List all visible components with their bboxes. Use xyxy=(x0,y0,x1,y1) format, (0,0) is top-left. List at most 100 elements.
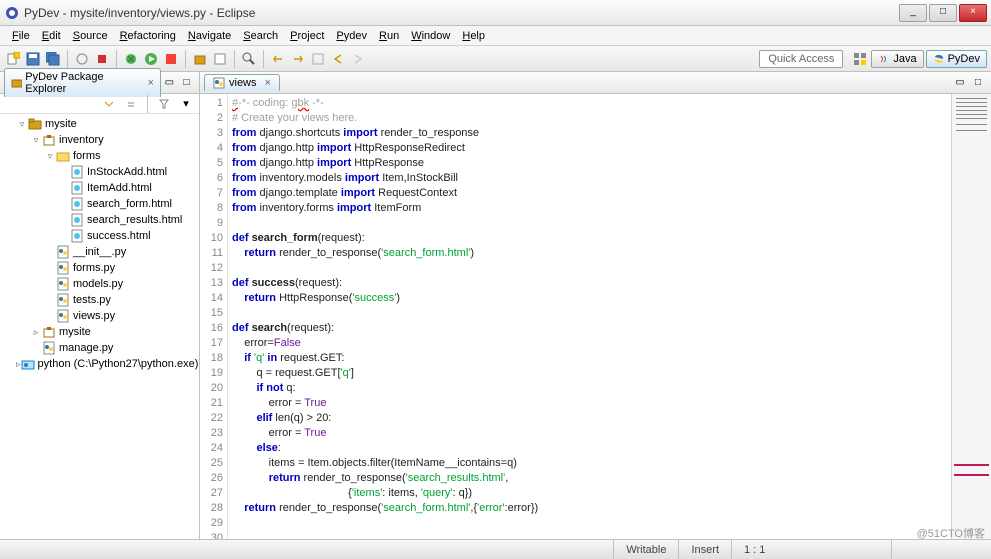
tree-label: forms xyxy=(73,150,101,162)
tree-item[interactable]: manage.py xyxy=(2,340,197,356)
run-icon[interactable] xyxy=(142,50,160,68)
menu-project[interactable]: Project xyxy=(284,28,330,44)
overview-ruler[interactable] xyxy=(951,94,991,539)
new-icon[interactable] xyxy=(4,50,22,68)
new-module-icon[interactable] xyxy=(211,50,229,68)
tree-item[interactable]: views.py xyxy=(2,308,197,324)
menu-search[interactable]: Search xyxy=(237,28,284,44)
menu-run[interactable]: Run xyxy=(373,28,405,44)
menu-window[interactable]: Window xyxy=(405,28,456,44)
save-all-icon[interactable] xyxy=(44,50,62,68)
menu-edit[interactable]: Edit xyxy=(36,28,67,44)
expander-icon[interactable] xyxy=(30,342,42,354)
minimize-editor-icon[interactable]: ▭ xyxy=(951,74,969,92)
html-icon xyxy=(70,181,84,195)
python-file-icon xyxy=(213,77,225,89)
menu-refactoring[interactable]: Refactoring xyxy=(114,28,182,44)
forward-icon[interactable] xyxy=(349,50,367,68)
tree-label: __init__.py xyxy=(73,246,126,258)
expander-icon[interactable]: ▿ xyxy=(16,118,28,130)
maximize-button[interactable]: □ xyxy=(929,4,957,22)
expander-icon[interactable] xyxy=(44,310,56,322)
tree-item[interactable]: __init__.py xyxy=(2,244,197,260)
package-explorer-tab[interactable]: PyDev Package Explorer × xyxy=(4,68,161,97)
py-icon xyxy=(56,261,70,275)
perspective-java[interactable]: Java xyxy=(871,50,923,68)
tree-item[interactable]: search_form.html xyxy=(2,196,197,212)
line-gutter[interactable]: 1234567891011121314151617181920212223242… xyxy=(200,94,228,539)
external-tools-icon[interactable] xyxy=(162,50,180,68)
expander-icon[interactable] xyxy=(58,182,70,194)
tree-item[interactable]: models.py xyxy=(2,276,197,292)
expander-icon[interactable]: ▿ xyxy=(44,150,56,162)
java-icon xyxy=(878,53,890,65)
expander-icon[interactable]: ▿ xyxy=(30,134,42,146)
tree-item[interactable]: ▹mysite xyxy=(2,324,197,340)
stop-icon[interactable] xyxy=(93,50,111,68)
tree-item[interactable]: InStockAdd.html xyxy=(2,164,197,180)
toolbar-separator xyxy=(147,95,148,113)
tree-item[interactable]: tests.py xyxy=(2,292,197,308)
new-package-icon[interactable] xyxy=(191,50,209,68)
expander-icon[interactable] xyxy=(58,198,70,210)
maximize-view-icon[interactable]: □ xyxy=(178,74,195,92)
tree-item[interactable]: ▿mysite xyxy=(2,116,197,132)
expander-icon[interactable]: ▹ xyxy=(30,326,42,338)
filter-icon[interactable] xyxy=(155,95,173,113)
tree-item[interactable]: ▿ forms xyxy=(2,148,197,164)
last-edit-icon[interactable] xyxy=(309,50,327,68)
tree-item[interactable]: success.html xyxy=(2,228,197,244)
expander-icon[interactable] xyxy=(58,166,70,178)
maximize-editor-icon[interactable]: □ xyxy=(969,74,987,92)
window-title: PyDev - mysite/inventory/views.py - Ecli… xyxy=(24,6,462,20)
view-menu-icon[interactable]: ▾ xyxy=(177,95,195,113)
project-tree[interactable]: ▿mysite▿inventory▿formsInStockAdd.htmlIt… xyxy=(0,114,199,539)
package-explorer-view: PyDev Package Explorer × ▭ □ ▾ ▿mysite▿i… xyxy=(0,72,200,539)
toolbar-separator xyxy=(263,50,264,68)
close-button[interactable]: × xyxy=(959,4,987,22)
quick-access-field[interactable]: Quick Access xyxy=(759,50,843,68)
html-icon xyxy=(70,165,84,179)
collapse-all-icon[interactable] xyxy=(100,95,118,113)
tree-item[interactable]: ▿inventory xyxy=(2,132,197,148)
search-icon[interactable] xyxy=(240,50,258,68)
minimize-view-icon[interactable]: ▭ xyxy=(161,74,178,92)
menu-help[interactable]: Help xyxy=(456,28,491,44)
unknown-1-icon[interactable] xyxy=(73,50,91,68)
menu-source[interactable]: Source xyxy=(67,28,114,44)
tree-label: InStockAdd.html xyxy=(87,166,167,178)
perspective-pydev[interactable]: PyDev xyxy=(926,50,987,68)
status-empty xyxy=(891,540,991,559)
menu-pydev[interactable]: Pydev xyxy=(330,28,373,44)
next-annotation-icon[interactable] xyxy=(289,50,307,68)
project-icon xyxy=(28,117,42,131)
tree-item[interactable]: ▹python (C:\Python27\python.exe) xyxy=(2,356,197,372)
expander-icon[interactable] xyxy=(44,294,56,306)
pkg-icon xyxy=(42,133,56,147)
code-editor[interactable]: #-*- coding: gbk -*-# Create your views … xyxy=(228,94,951,539)
tree-item[interactable]: forms.py xyxy=(2,260,197,276)
perspective-label: Java xyxy=(893,53,916,65)
debug-icon[interactable] xyxy=(122,50,140,68)
menu-file[interactable]: File xyxy=(6,28,36,44)
expander-icon[interactable] xyxy=(44,246,56,258)
expander-icon[interactable] xyxy=(58,230,70,242)
tree-item[interactable]: search_results.html xyxy=(2,212,197,228)
expander-icon[interactable] xyxy=(44,262,56,274)
prev-annotation-icon[interactable] xyxy=(269,50,287,68)
minimize-button[interactable]: _ xyxy=(899,4,927,22)
back-icon[interactable] xyxy=(329,50,347,68)
expander-icon[interactable] xyxy=(44,278,56,290)
menu-navigate[interactable]: Navigate xyxy=(182,28,237,44)
tree-label: tests.py xyxy=(73,294,111,306)
view-title: PyDev Package Explorer xyxy=(25,71,140,95)
close-tab-icon[interactable]: × xyxy=(265,77,271,89)
expander-icon[interactable] xyxy=(58,214,70,226)
tree-item[interactable]: ItemAdd.html xyxy=(2,180,197,196)
link-editor-icon[interactable] xyxy=(122,95,140,113)
close-x-icon[interactable]: × xyxy=(147,77,153,89)
save-icon[interactable] xyxy=(24,50,42,68)
open-perspective-icon[interactable] xyxy=(851,50,869,68)
toolbar-separator xyxy=(116,50,117,68)
editor-tab-views[interactable]: views × xyxy=(204,74,280,91)
